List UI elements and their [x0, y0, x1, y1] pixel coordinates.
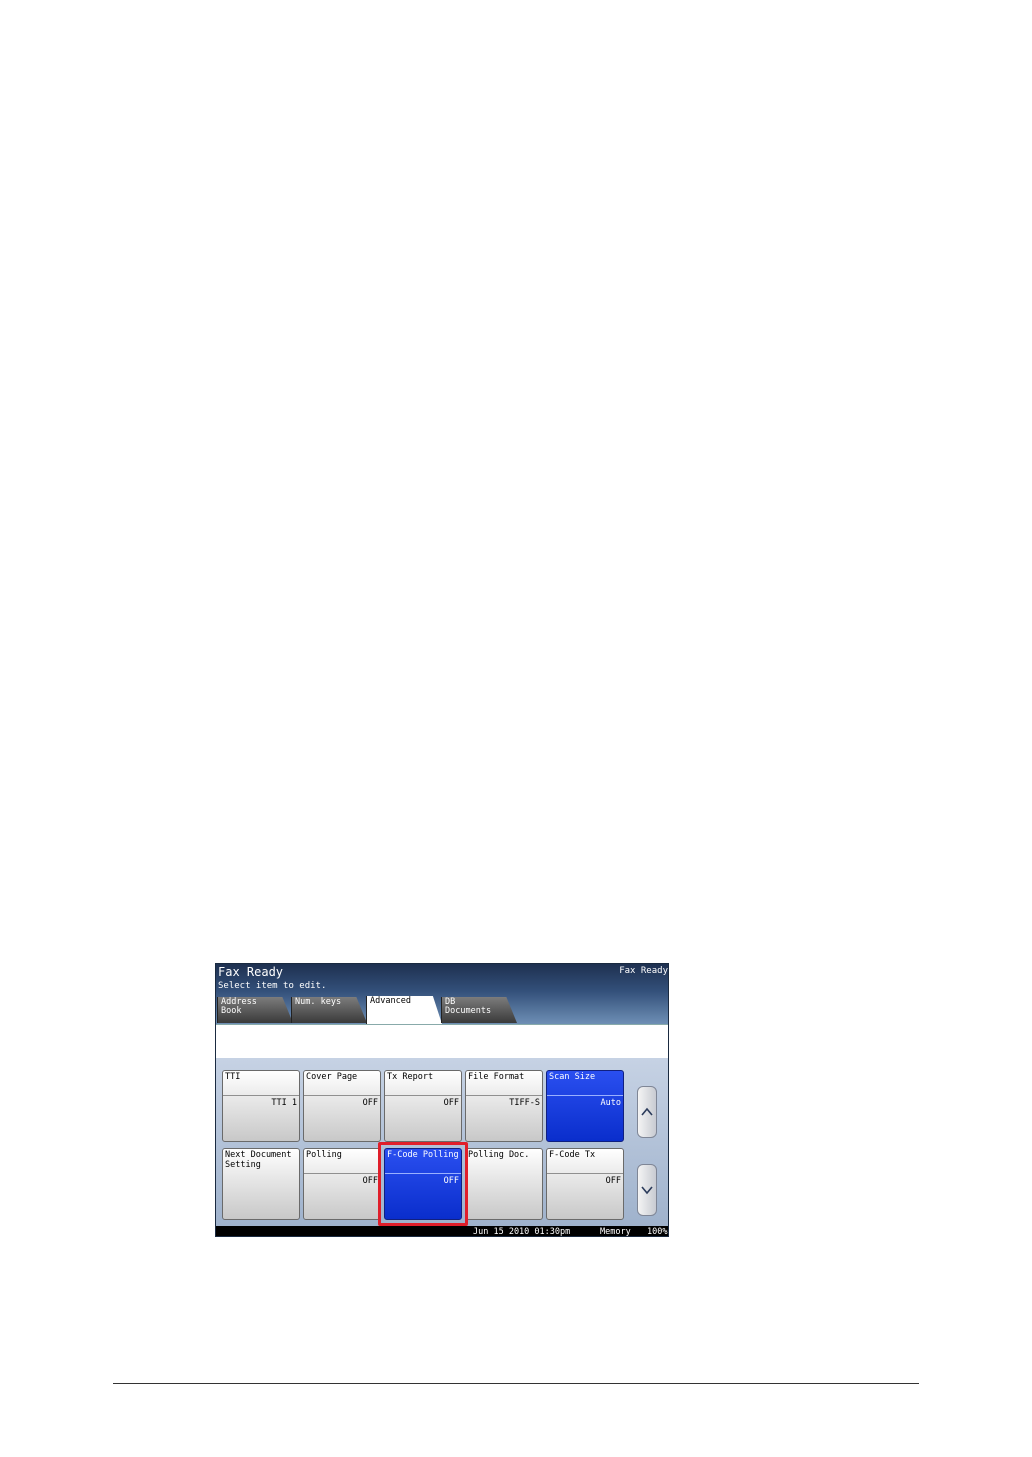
button-label: Cover Page: [306, 1072, 358, 1082]
divider: [304, 1095, 380, 1096]
scroll-down-button[interactable]: [637, 1164, 657, 1216]
divider: [385, 1095, 461, 1096]
status-indicator: Fax Ready: [619, 966, 668, 976]
divider: [547, 1173, 623, 1174]
tab-advanced[interactable]: Advanced: [366, 996, 442, 1024]
divider: [547, 1095, 623, 1096]
page-footer-rule: [113, 1383, 919, 1384]
polling-button[interactable]: Polling OFF: [303, 1148, 381, 1220]
divider: [223, 1095, 299, 1096]
highlight-frame: [378, 1142, 468, 1226]
fax-panel-screen: Fax Ready Select item to edit. Fax Ready…: [215, 963, 669, 1237]
memory-label: Memory: [600, 1227, 631, 1237]
screen-title: Fax Ready: [218, 965, 284, 979]
button-label: TTI: [225, 1072, 241, 1082]
scroll-up-button[interactable]: [637, 1086, 657, 1138]
button-value: TTI 1: [271, 1098, 297, 1108]
cover-page-button[interactable]: Cover Page OFF: [303, 1070, 381, 1142]
button-value: OFF: [362, 1098, 378, 1108]
tab-address-book[interactable]: Address Book: [217, 997, 293, 1023]
tab-num-keys[interactable]: Num. keys: [291, 997, 367, 1023]
button-value: TIFF-S: [509, 1098, 540, 1108]
settings-area: TTI TTI 1 Cover Page OFF Tx Report OFF F…: [216, 1058, 668, 1236]
f-code-tx-button[interactable]: F-Code Tx OFF: [546, 1148, 624, 1220]
chevron-up-icon: [641, 1107, 653, 1116]
button-label: Polling Doc.: [468, 1150, 530, 1160]
tab-db-documents[interactable]: DB Documents: [441, 997, 517, 1023]
scan-size-button[interactable]: Scan Size Auto: [546, 1070, 624, 1142]
button-label: File Format: [468, 1072, 525, 1082]
file-format-button[interactable]: File Format TIFF-S: [465, 1070, 543, 1142]
button-label: Polling: [306, 1150, 342, 1160]
button-value: Auto: [600, 1098, 621, 1108]
screen-subtitle: Select item to edit.: [218, 981, 327, 991]
button-value: OFF: [605, 1176, 621, 1186]
button-value: OFF: [362, 1176, 378, 1186]
polling-doc-button[interactable]: Polling Doc.: [465, 1148, 543, 1220]
divider: [466, 1095, 542, 1096]
button-label: Scan Size: [549, 1072, 596, 1082]
status-bar: Jun 15 2010 01:30pm Memory 100%: [216, 1226, 668, 1237]
destination-band: [216, 1024, 668, 1059]
chevron-down-icon: [641, 1186, 653, 1195]
screen-header: Fax Ready Select item to edit. Fax Ready…: [216, 964, 668, 1024]
memory-value: 100%: [647, 1227, 668, 1237]
divider: [304, 1173, 380, 1174]
tx-report-button[interactable]: Tx Report OFF: [384, 1070, 462, 1142]
button-label: Next Document Setting: [225, 1150, 292, 1170]
button-value: OFF: [443, 1098, 459, 1108]
manual-page: Fax Ready Select item to edit. Fax Ready…: [0, 0, 1032, 1457]
datetime-display: Jun 15 2010 01:30pm: [473, 1227, 571, 1237]
button-label: Tx Report: [387, 1072, 434, 1082]
next-document-setting-button[interactable]: Next Document Setting: [222, 1148, 300, 1220]
tti-button[interactable]: TTI TTI 1: [222, 1070, 300, 1142]
button-label: F-Code Tx: [549, 1150, 596, 1160]
